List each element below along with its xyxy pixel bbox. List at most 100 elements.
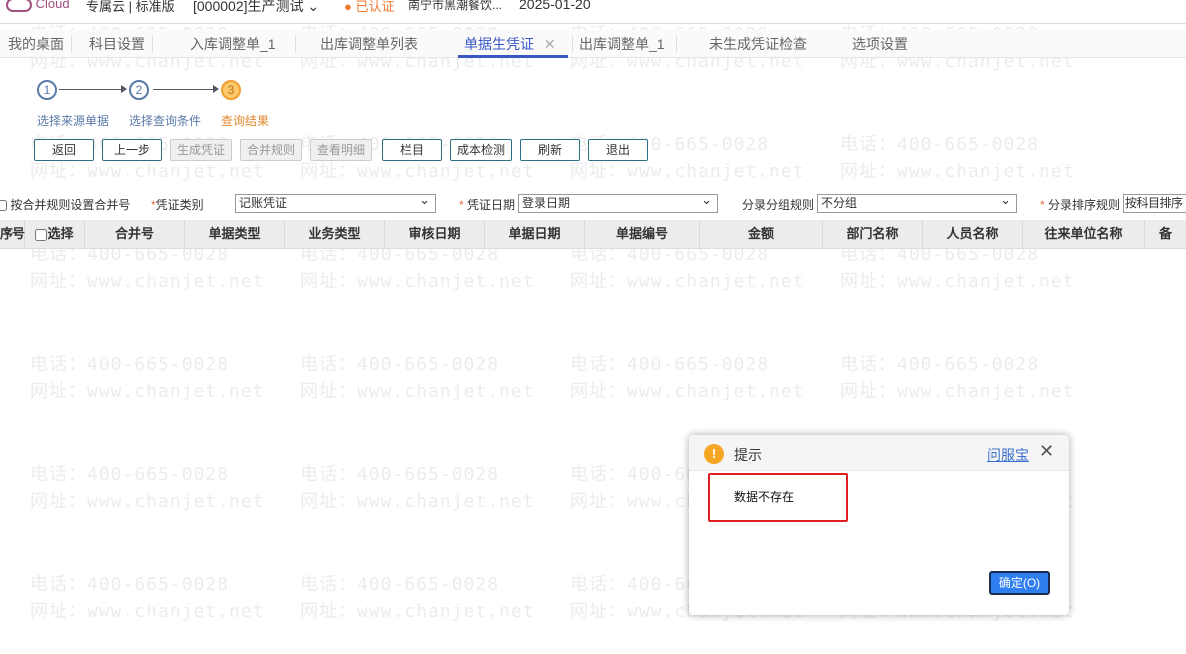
watermark-text: 电话：400-665-0028 (300, 464, 500, 485)
step-label[interactable]: 选择来源单据 (37, 112, 109, 129)
arrow-icon (59, 85, 127, 93)
column-header: 人员名称 (923, 220, 1023, 249)
close-icon[interactable]: ✕ (544, 36, 556, 52)
column-header: 业务类型 (285, 220, 385, 249)
warning-icon: ! (704, 444, 724, 464)
tab-voucher-generation[interactable]: 单据生凭证 ✕ (458, 34, 568, 58)
ok-button[interactable]: 确定(O) (989, 571, 1050, 595)
watermark-text: 网址：www.chanjet.net (300, 381, 535, 402)
tab-subject-settings[interactable]: 科目设置 (89, 34, 145, 58)
voucher-type-select[interactable]: 记账凭证 (235, 191, 436, 213)
column-header: 合并号 (85, 220, 185, 249)
watermark-text: 网址：www.chanjet.net (300, 601, 535, 622)
step-1: 1 (37, 80, 57, 100)
generate-voucher-button[interactable]: 生成凭证 (170, 139, 232, 161)
tab-divider (152, 36, 153, 52)
column-header: 单据编号 (585, 220, 700, 249)
step-3: 3 (221, 80, 241, 100)
merge-rule-button[interactable]: 合并规则 (240, 139, 302, 161)
certified-icon: ● (344, 0, 352, 14)
tab-outbound-adjust-list[interactable]: 出库调整单列表 (320, 34, 418, 58)
merge-checkbox-label: 按合并规则设置合并号 (10, 198, 131, 212)
column-header: 序号 (0, 220, 25, 249)
voucher-type-label: 凭证类别 (155, 198, 204, 212)
company-name: 南宁市黑潮餐饮... (408, 0, 503, 12)
prev-step-button[interactable]: 上一步 (102, 139, 162, 161)
certified-badge: ● 已认证 (344, 0, 395, 15)
view-detail-button[interactable]: 查看明细 (310, 139, 372, 161)
voucher-date-label: 凭证日期 (467, 198, 516, 212)
help-link[interactable]: 问服宝 (987, 445, 1029, 465)
table-header: 序号 选择 合并号 单据类型 业务类型 审核日期 单据日期 单据编号 金额 部门名称 人员名称 往来单… (0, 220, 1186, 249)
watermark-text: 网址：www.chanjet.net (840, 161, 1075, 182)
certified-label: 已认证 (355, 0, 395, 14)
watermark-text: 电话：400-665-0028 (30, 574, 230, 595)
dialog-message: 数据不存在 (734, 490, 795, 504)
voucher-date-select[interactable]: 登录日期 (518, 191, 718, 213)
tab-desktop[interactable]: 我的桌面 (8, 34, 64, 58)
arrow-icon (153, 85, 219, 93)
edition: 专属云 | 标准版 (86, 0, 175, 14)
column-header: 往来单位名称 (1023, 220, 1145, 249)
column-header: 单据日期 (485, 220, 585, 249)
watermark-text: 电话：400-665-0028 (570, 354, 770, 375)
tab-options[interactable]: 选项设置 (852, 34, 908, 58)
tab-outbound-adjust[interactable]: 出库调整单_1 (579, 34, 665, 58)
column-header: 单据类型 (185, 220, 285, 249)
column-header: 部门名称 (823, 220, 923, 249)
sort-rule-label: 分录排序规则 (1048, 198, 1121, 212)
close-icon[interactable]: ✕ (1039, 441, 1054, 462)
columns-button[interactable]: 栏目 (382, 139, 442, 161)
column-header: 金额 (700, 220, 823, 249)
tab-divider (572, 36, 573, 52)
select-all-checkbox[interactable] (35, 228, 48, 241)
watermark-text: 电话：400-665-0028 (840, 354, 1040, 375)
watermark-text: 电话：400-665-0028 (300, 574, 500, 595)
watermark-text: 网址：www.chanjet.net (30, 601, 265, 622)
chevron-down-icon: ⌄ (307, 0, 320, 14)
account-select[interactable]: [000002]生产测试 ⌄ (193, 0, 319, 16)
column-header: 审核日期 (385, 220, 485, 249)
watermark-text: 网址：www.chanjet.net (570, 381, 805, 402)
top-bar: Cloud 专属云 | 标准版 [000002]生产测试 ⌄ ● 已认证 南宁市… (0, 0, 1186, 24)
tab-bar: 我的桌面 科目设置 入库调整单_1 出库调整单列表 单据生凭证 ✕ 出库调整单_… (0, 30, 1186, 58)
watermark-text: 网址：www.chanjet.net (30, 271, 265, 292)
group-rule-select[interactable]: 不分组 (817, 191, 1017, 213)
group-rule-label: 分录分组规则 (742, 198, 815, 212)
tab-divider (295, 36, 296, 52)
login-date: 2025-01-20 (519, 0, 591, 12)
merge-checkbox[interactable] (0, 200, 7, 212)
watermark-text: 网址：www.chanjet.net (840, 271, 1075, 292)
logo: Cloud (6, 0, 70, 12)
watermark-text: 电话：400-665-0028 (300, 354, 500, 375)
cost-check-button[interactable]: 成本检测 (450, 139, 512, 161)
tab-unvouchered-check[interactable]: 未生成凭证检查 (709, 34, 807, 58)
column-header: 选择 (25, 220, 85, 249)
step-label: 查询结果 (221, 114, 270, 128)
watermark-text: 网址：www.chanjet.net (30, 381, 265, 402)
merge-checkbox-row[interactable]: 按合并规则设置合并号 (0, 196, 130, 213)
step-label[interactable]: 选择查询条件 (129, 112, 201, 129)
tab-divider (795, 36, 796, 52)
required-mark: * (459, 198, 468, 212)
step-2: 2 (129, 80, 149, 100)
back-button[interactable]: 返回 (34, 139, 94, 161)
watermark-text: 电话：400-665-0028 (840, 134, 1040, 155)
tab-divider (676, 36, 677, 52)
watermark-text: 电话：400-665-0028 (30, 354, 230, 375)
watermark-text: 网址：www.chanjet.net (30, 491, 265, 512)
watermark-text: 网址：www.chanjet.net (300, 491, 535, 512)
exit-button[interactable]: 退出 (588, 139, 648, 161)
watermark-text: 网址：www.chanjet.net (300, 271, 535, 292)
tab-divider (71, 36, 72, 52)
watermark-text: 网址：www.chanjet.net (570, 271, 805, 292)
column-label: 选择 (47, 226, 74, 241)
tab-label: 单据生凭证 (464, 36, 534, 52)
dialog-title: 提示 (734, 447, 762, 463)
logo-text: Cloud (35, 0, 70, 11)
sort-rule-select[interactable]: 按科目排序 (1123, 194, 1186, 213)
required-mark: * (1040, 198, 1049, 212)
tab-inbound-adjust[interactable]: 入库调整单_1 (190, 34, 276, 58)
watermark-text: 电话：400-665-0028 (30, 464, 230, 485)
refresh-button[interactable]: 刷新 (520, 139, 580, 161)
